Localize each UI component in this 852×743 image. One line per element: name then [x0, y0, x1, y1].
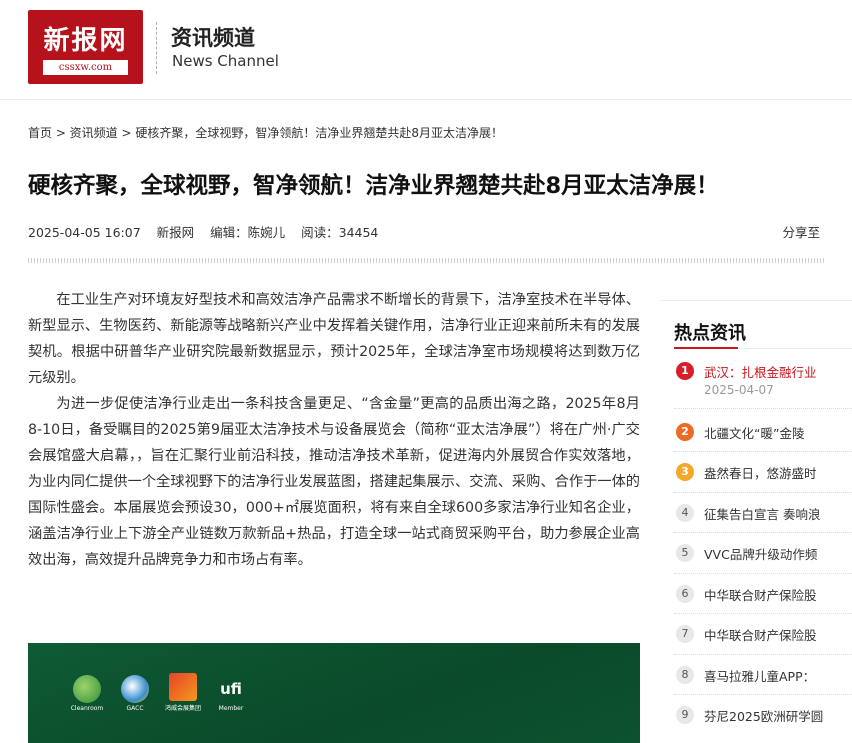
hot-news-sidebar: 热点资讯 1 武汉：扎根金融行业 2025-04-07 2 北疆文化“暖”金陵 … — [660, 300, 852, 743]
breadcrumb[interactable]: 首页 > 资讯频道 > 硬核齐聚，全球视野，智净领航！洁净业界翘楚共赴8月亚太洁… — [28, 124, 503, 141]
rank-badge: 1 — [676, 362, 694, 380]
item-divider — [674, 694, 852, 695]
site-header: 新报网 cssxw.com 资讯频道 News Channel — [0, 0, 852, 100]
header-divider — [156, 22, 157, 74]
ufi-logo: ufi Member — [218, 680, 244, 712]
site-logo[interactable]: 新报网 cssxw.com — [28, 10, 143, 84]
sidebar-title-underline — [674, 347, 738, 349]
hot-news-title[interactable]: 武汉：扎根金融行业 — [704, 362, 817, 381]
share-button[interactable]: 分享至 — [782, 222, 820, 241]
article-date: 2025-04-05 16:07 — [28, 225, 141, 240]
article-reads: 阅读：34454 — [301, 225, 379, 240]
rank-badge: 5 — [676, 544, 694, 562]
item-divider — [674, 654, 852, 655]
hot-news-item[interactable]: 9 芬尼2025欧洲研学圆 — [676, 705, 852, 727]
channel-subtitle: News Channel — [172, 52, 279, 70]
rank-badge: 2 — [676, 423, 694, 441]
item-divider — [674, 492, 852, 493]
logo-chinese-text: 新报网 — [43, 26, 128, 56]
sidebar-title: 热点资讯 — [674, 323, 746, 344]
item-divider — [674, 408, 852, 409]
hot-news-title[interactable]: 征集告白宣言 奏响浪 — [704, 504, 820, 523]
dotted-divider — [28, 258, 824, 263]
channel-title: 资讯频道 — [171, 26, 255, 50]
hot-news-item[interactable]: 5 VVC品牌升级动作频 — [676, 543, 852, 565]
rank-badge: 8 — [676, 666, 694, 684]
hot-news-item[interactable]: 2 北疆文化“暖”金陵 — [676, 422, 852, 444]
rank-badge: 7 — [676, 625, 694, 643]
hot-news-title[interactable]: 芬尼2025欧洲研学圆 — [704, 706, 823, 725]
hot-news-title[interactable]: 北疆文化“暖”金陵 — [704, 423, 804, 442]
hot-news-item[interactable]: 4 征集告白宣言 奏响浪 — [676, 503, 852, 525]
hot-news-title[interactable]: 中华联合财产保险股 — [704, 625, 817, 644]
item-divider — [674, 532, 852, 533]
hongwei-logo: 鸿威会展集团 — [165, 673, 201, 712]
article-title: 硬核齐聚，全球视野，智净领航！洁净业界翘楚共赴8月亚太洁净展！ — [28, 173, 719, 199]
article-body: 在工业生产对环境友好型技术和高效洁净产品需求不断增长的背景下，洁净室技术在半导体… — [28, 287, 640, 573]
article-source: 新报网 — [156, 225, 195, 240]
logo-domain-text: cssxw.com — [43, 60, 128, 75]
article-meta: 2025-04-05 16:07 新报网 编辑：陈婉儿 阅读：34454 — [28, 222, 390, 241]
article-paragraph: 在工业生产对环境友好型技术和高效洁净产品需求不断增长的背景下，洁净室技术在半导体… — [28, 292, 640, 386]
gacc-logo: GACC — [118, 675, 152, 712]
hot-news-title[interactable]: 中华联合财产保险股 — [704, 585, 817, 604]
hot-news-title[interactable]: 喜马拉雅儿童APP： — [704, 666, 815, 685]
banner-logos: Cleanroom GACC 鸿威会展集团 ufi Member — [70, 673, 248, 712]
hot-news-title[interactable]: 盎然春日，悠游盛时 — [704, 463, 817, 482]
rank-badge: 6 — [676, 585, 694, 603]
hot-news-item[interactable]: 1 武汉：扎根金融行业 — [676, 361, 852, 383]
rank-badge: 4 — [676, 504, 694, 522]
expo-banner-image: Cleanroom GACC 鸿威会展集团 ufi Member — [28, 643, 640, 743]
rank-badge: 3 — [676, 463, 694, 481]
hot-news-date: 2025-04-07 — [704, 383, 774, 397]
item-divider — [674, 573, 852, 574]
hot-news-item[interactable]: 6 中华联合财产保险股 — [676, 584, 852, 606]
hot-news-title[interactable]: VVC品牌升级动作频 — [704, 544, 817, 563]
item-divider — [674, 451, 852, 452]
hot-news-item[interactable]: 3 盎然春日，悠游盛时 — [676, 462, 852, 484]
hot-news-item[interactable]: 8 喜马拉雅儿童APP： — [676, 665, 852, 687]
hot-news-item[interactable]: 7 中华联合财产保险股 — [676, 624, 852, 646]
rank-badge: 9 — [676, 706, 694, 724]
article-paragraph: 为进一步促使洁净行业走出一条科技含量更足、“含金量”更高的品质出海之路，2025… — [28, 396, 640, 568]
item-divider — [674, 613, 852, 614]
cleanroom-logo: Cleanroom — [70, 675, 104, 712]
article-editor: 编辑：陈婉儿 — [210, 225, 286, 240]
